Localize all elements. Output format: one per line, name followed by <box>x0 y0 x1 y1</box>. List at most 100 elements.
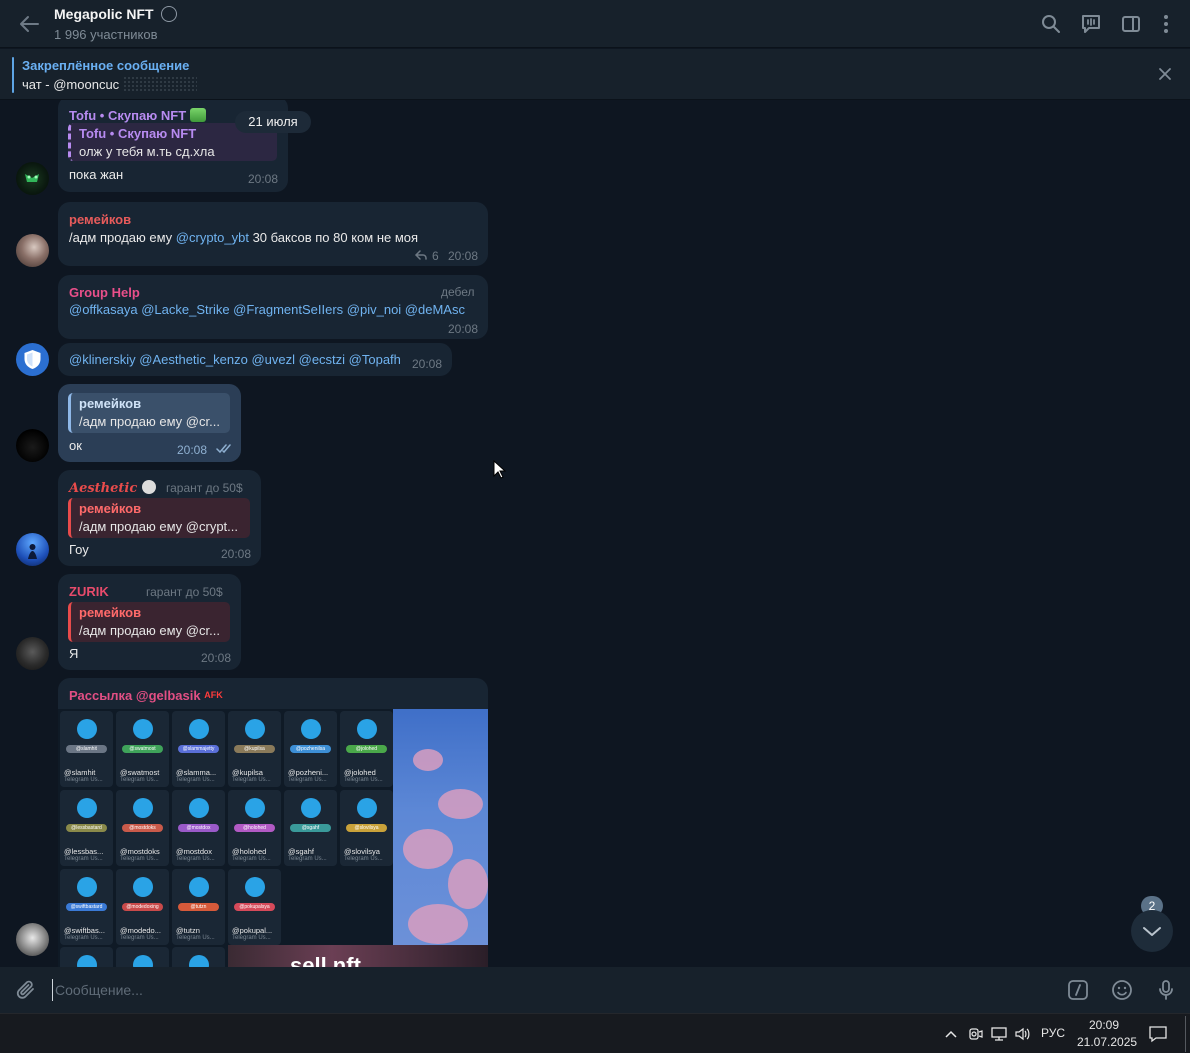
emoji-icon[interactable] <box>1110 978 1134 1002</box>
member-rank: дебел <box>441 285 475 299</box>
blossom-decoration <box>403 829 453 869</box>
blossom-decoration <box>448 859 488 909</box>
username-label: @slamma... <box>176 768 217 777</box>
message-bubble[interactable]: ремейков /адм продаю ему @cr... ок 20:08 <box>58 384 241 462</box>
volume-icon[interactable] <box>1014 1026 1032 1042</box>
date-separator: 21 июля <box>235 111 311 133</box>
reply-quote[interactable]: ремейков /адм продаю ему @cr... <box>68 602 230 642</box>
avatar[interactable] <box>16 162 49 195</box>
username-tile: @swatmost @swatmost Telegram Us... <box>116 711 169 787</box>
bot-commands-icon[interactable] <box>1066 978 1090 1002</box>
message-text[interactable]: @klinerskiy @Aesthetic_kenzo @uvezl @ecs… <box>69 352 401 367</box>
message-time: 20:08 <box>177 443 208 457</box>
reply-count[interactable]: 6 <box>432 249 439 263</box>
username-tile: @slamhit @slamhit Telegram Us... <box>60 711 113 787</box>
sender-name[interactable]: Рассылка @gelbasik AFK <box>69 688 223 703</box>
username-tile <box>60 947 113 967</box>
username-tile: @kupilsa @kupilsa Telegram Us... <box>228 711 281 787</box>
message-bubble[interactable]: Aesthetic гарант до 50$ ремейков /адм пр… <box>58 470 261 566</box>
message-input[interactable] <box>52 979 952 1001</box>
username-label: @modedo... <box>120 926 161 935</box>
username-subtitle: Telegram Us... <box>64 777 103 783</box>
back-arrow-icon[interactable] <box>16 12 42 36</box>
blossom-decoration <box>438 789 483 819</box>
message-bubble[interactable]: ремейков /адм продаю ему @crypto_ybt 30 … <box>58 202 488 266</box>
username-label: @mostdox <box>176 847 212 856</box>
sender-name[interactable]: Group Help <box>69 285 140 300</box>
reply-quote[interactable]: ремейков /адм продаю ему @cr... <box>68 393 230 433</box>
more-menu-icon[interactable] <box>1154 12 1178 36</box>
chevron-up-icon[interactable] <box>942 1026 960 1042</box>
muted-badge-icon <box>161 6 178 22</box>
reply-quote[interactable]: ремейков /адм продаю ему @crypt... <box>68 498 250 538</box>
username-subtitle: Telegram Us... <box>344 777 383 783</box>
username-label: @lessbas... <box>64 847 104 856</box>
reply-icon[interactable] <box>414 249 428 261</box>
username-tag: @slovilsya <box>346 824 387 832</box>
pinned-message[interactable]: Закреплённое сообщение чат - @mooncuc <box>0 49 1190 100</box>
username-subtitle: Telegram Us... <box>176 856 215 862</box>
video-chat-icon[interactable] <box>1079 12 1103 36</box>
avatar[interactable] <box>16 923 49 956</box>
username-tile: @lessbastard @lessbas... Telegram Us... <box>60 790 113 866</box>
avatar[interactable] <box>16 533 49 566</box>
message-text: /адм продаю ему @crypto_ybt 30 баксов по… <box>69 230 419 245</box>
message-time: 20:08 <box>248 172 279 186</box>
avatar[interactable] <box>16 343 49 376</box>
search-icon[interactable] <box>1039 12 1063 36</box>
microphone-icon[interactable] <box>1154 978 1178 1002</box>
message-time: 20:08 <box>448 322 479 336</box>
message-bubble[interactable]: @klinerskiy @Aesthetic_kenzo @uvezl @ecs… <box>58 343 452 376</box>
webcam-icon[interactable] <box>966 1026 984 1042</box>
telegram-icon <box>357 798 377 818</box>
clock-date[interactable]: 21.07.2025 <box>1077 1035 1137 1049</box>
sender-name[interactable]: ремейков <box>69 212 131 227</box>
notifications-icon[interactable] <box>1148 1025 1168 1043</box>
avatar[interactable] <box>16 234 49 267</box>
show-desktop-button[interactable] <box>1185 1016 1186 1052</box>
avatar[interactable] <box>16 429 49 462</box>
username-label: @jolohed <box>344 768 376 777</box>
media-image[interactable]: @slamhit @slamhit Telegram Us... @swatmost @… <box>58 709 488 967</box>
sender-name[interactable]: ZURIK <box>69 584 109 599</box>
shield-icon <box>24 350 41 369</box>
sender-name[interactable]: Aesthetic <box>69 480 156 496</box>
member-rank: гарант до 50$ <box>166 481 243 495</box>
mention-link[interactable]: @crypto_ybt <box>176 230 249 245</box>
username-label: @slovilsya <box>344 847 380 856</box>
username-subtitle: Telegram Us... <box>64 935 103 941</box>
message-bubble[interactable]: Group Help дебел @offkasaya @Lacke_Strik… <box>58 275 488 339</box>
clock-time[interactable]: 20:09 <box>1089 1018 1119 1032</box>
telegram-icon <box>189 798 209 818</box>
message-bubble[interactable]: ZURIK гарант до 50$ ремейков /адм продаю… <box>58 574 241 670</box>
sender-emoji-icon <box>141 480 156 494</box>
username-subtitle: Telegram Us... <box>120 935 159 941</box>
username-subtitle: Telegram Us... <box>176 777 215 783</box>
username-label: @pozheni... <box>288 768 329 777</box>
avatar[interactable] <box>16 637 49 670</box>
message-text: Я <box>69 646 79 661</box>
sender-name[interactable]: Tofu • Скупаю NFT <box>69 108 206 123</box>
double-check-icon <box>216 444 231 454</box>
media-overlay-text: sell nft <box>290 953 361 967</box>
username-tag: @lessbastard <box>66 824 107 832</box>
scroll-down-button[interactable] <box>1131 910 1173 952</box>
spoiler-text[interactable] <box>123 76 198 92</box>
attach-icon[interactable] <box>14 978 38 1002</box>
message-text[interactable]: @offkasaya @Lacke_Strike @FragmentSeIIer… <box>69 302 465 317</box>
chat-header: Megapolic NFT 1 996 участников <box>0 0 1190 48</box>
chat-title[interactable]: Megapolic NFT <box>54 6 178 22</box>
language-indicator[interactable]: РУС <box>1041 1026 1065 1040</box>
telegram-icon <box>189 719 209 739</box>
network-icon[interactable] <box>990 1026 1008 1042</box>
avatar-image <box>25 174 39 182</box>
message-list[interactable]: Tofu • Скупаю NFT Tofu • Скупаю NFT олж … <box>0 100 1190 967</box>
sidebar-toggle-icon[interactable] <box>1119 12 1143 36</box>
close-icon[interactable] <box>1158 67 1172 81</box>
username-subtitle: Telegram Us... <box>120 777 159 783</box>
afk-tag: AFK <box>204 690 223 700</box>
username-tile: @holohed @holohed Telegram Us... <box>228 790 281 866</box>
username-tile: @sgahf @sgahf Telegram Us... <box>284 790 337 866</box>
username-tile: @tutzn @tutzn Telegram Us... <box>172 869 225 945</box>
username-label: @swiftbas... <box>64 926 105 935</box>
